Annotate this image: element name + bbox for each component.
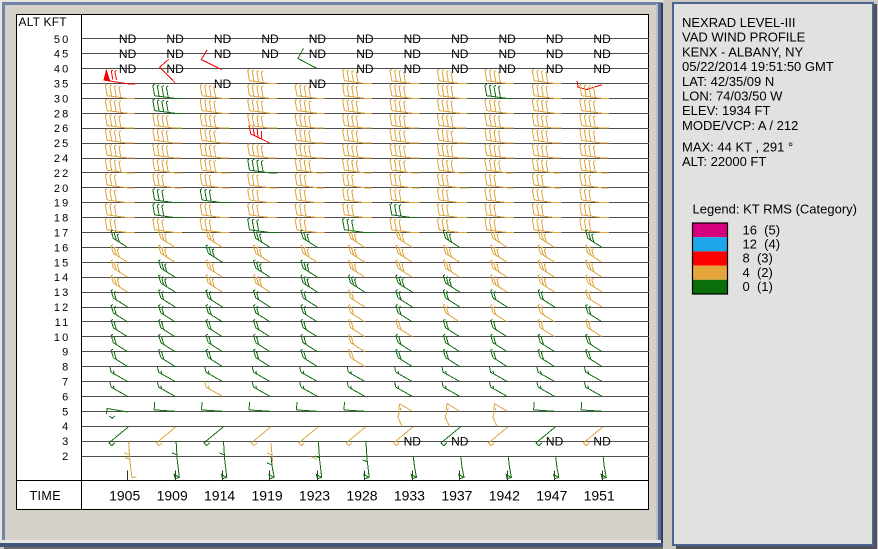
svg-text:16 (5): 16 (5) (743, 222, 781, 237)
svg-text:ND: ND (499, 32, 517, 46)
svg-text:ND: ND (593, 47, 611, 61)
svg-text:45: 45 (54, 49, 71, 61)
svg-text:25: 25 (54, 138, 71, 150)
svg-text:14: 14 (54, 272, 71, 284)
svg-text:ND: ND (119, 62, 137, 76)
svg-text:ND: ND (546, 32, 564, 46)
svg-text:13: 13 (54, 287, 71, 299)
svg-text:ND: ND (593, 434, 611, 448)
svg-text:NEXRAD LEVEL-III: NEXRAD LEVEL-III (682, 15, 795, 30)
svg-text:7: 7 (62, 377, 70, 389)
svg-text:05/22/2014 19:51:50 GMT: 05/22/2014 19:51:50 GMT (682, 59, 834, 74)
svg-text:ALT: 22000 FT: ALT: 22000 FT (682, 154, 766, 169)
svg-text:ELEV: 1934 FT: ELEV: 1934 FT (682, 103, 770, 118)
svg-text:11: 11 (55, 317, 71, 329)
svg-text:ND: ND (404, 32, 422, 46)
svg-text:3: 3 (62, 436, 70, 448)
svg-text:5: 5 (62, 406, 70, 418)
svg-text:2: 2 (62, 451, 70, 463)
svg-text:ND: ND (593, 32, 611, 46)
svg-text:ND: ND (214, 77, 232, 91)
svg-text:1937: 1937 (441, 487, 472, 503)
svg-text:ND: ND (356, 62, 374, 76)
svg-text:ND: ND (451, 47, 469, 61)
svg-text:ND: ND (404, 47, 422, 61)
svg-text:17: 17 (54, 228, 71, 240)
svg-text:24: 24 (54, 153, 71, 165)
svg-text:ALT KFT: ALT KFT (19, 15, 68, 29)
svg-text:4: 4 (62, 421, 70, 433)
svg-text:4 (2): 4 (2) (743, 265, 773, 280)
svg-text:6: 6 (62, 391, 70, 403)
svg-text:ND: ND (119, 47, 137, 61)
svg-text:35: 35 (54, 79, 71, 91)
svg-text:18: 18 (54, 213, 71, 225)
svg-text:16: 16 (54, 242, 71, 254)
svg-text:50: 50 (54, 34, 71, 46)
svg-text:ND: ND (546, 62, 564, 76)
svg-text:ND: ND (261, 47, 279, 61)
svg-text:ND: ND (546, 47, 564, 61)
svg-text:1919: 1919 (252, 487, 283, 503)
svg-text:TIME: TIME (30, 489, 61, 503)
svg-text:LON: 74/03/50 W: LON: 74/03/50 W (682, 89, 783, 104)
svg-text:1905: 1905 (109, 487, 140, 503)
svg-text:ND: ND (451, 32, 469, 46)
svg-text:MODE/VCP: A / 212: MODE/VCP: A / 212 (682, 118, 798, 133)
svg-text:ND: ND (593, 62, 611, 76)
svg-text:12: 12 (54, 302, 71, 314)
svg-text:1923: 1923 (299, 487, 330, 503)
svg-text:VAD WIND PROFILE: VAD WIND PROFILE (682, 30, 806, 45)
svg-text:26: 26 (54, 123, 71, 135)
svg-text:28: 28 (54, 108, 71, 120)
svg-text:0 (1): 0 (1) (743, 279, 773, 294)
svg-text:ND: ND (166, 47, 184, 61)
svg-text:1942: 1942 (489, 487, 520, 503)
svg-text:8 (3): 8 (3) (743, 251, 773, 266)
svg-text:10: 10 (54, 332, 71, 344)
svg-text:1909: 1909 (157, 487, 188, 503)
svg-text:ND: ND (261, 32, 279, 46)
svg-text:KENX - ALBANY, NY: KENX - ALBANY, NY (682, 44, 803, 59)
svg-text:ND: ND (499, 62, 517, 76)
svg-text:19: 19 (54, 198, 71, 210)
svg-text:ND: ND (309, 77, 327, 91)
svg-text:1914: 1914 (204, 487, 235, 503)
svg-text:ND: ND (356, 32, 374, 46)
svg-text:MAX: 44 KT , 291 °: MAX: 44 KT , 291 ° (682, 139, 793, 154)
svg-text:15: 15 (54, 257, 71, 269)
svg-text:ND: ND (546, 434, 564, 448)
svg-text:1933: 1933 (394, 487, 425, 503)
svg-text:1928: 1928 (346, 487, 377, 503)
svg-text:ND: ND (214, 32, 232, 46)
svg-text:LAT: 42/35/09 N: LAT: 42/35/09 N (682, 74, 774, 89)
svg-text:ND: ND (356, 47, 374, 61)
svg-text:ND: ND (451, 434, 469, 448)
svg-text:ND: ND (166, 32, 184, 46)
svg-text:ND: ND (309, 32, 327, 46)
svg-text:ND: ND (214, 47, 232, 61)
svg-text:1951: 1951 (584, 487, 615, 503)
svg-text:ND: ND (119, 32, 137, 46)
svg-text:Legend: KT RMS (Category): Legend: KT RMS (Category) (693, 201, 858, 216)
svg-text:30: 30 (54, 93, 71, 105)
svg-text:20: 20 (54, 183, 71, 195)
svg-text:22: 22 (54, 168, 71, 180)
svg-text:ND: ND (309, 47, 327, 61)
svg-text:8: 8 (62, 362, 70, 374)
svg-text:ND: ND (499, 47, 517, 61)
svg-text:ND: ND (166, 62, 184, 76)
svg-text:40: 40 (54, 64, 71, 76)
svg-text:9: 9 (62, 347, 70, 359)
svg-text:12 (4): 12 (4) (743, 237, 781, 252)
svg-text:1947: 1947 (536, 487, 567, 503)
svg-text:ND: ND (404, 434, 422, 448)
svg-text:ND: ND (451, 62, 469, 76)
svg-text:ND: ND (404, 62, 422, 76)
